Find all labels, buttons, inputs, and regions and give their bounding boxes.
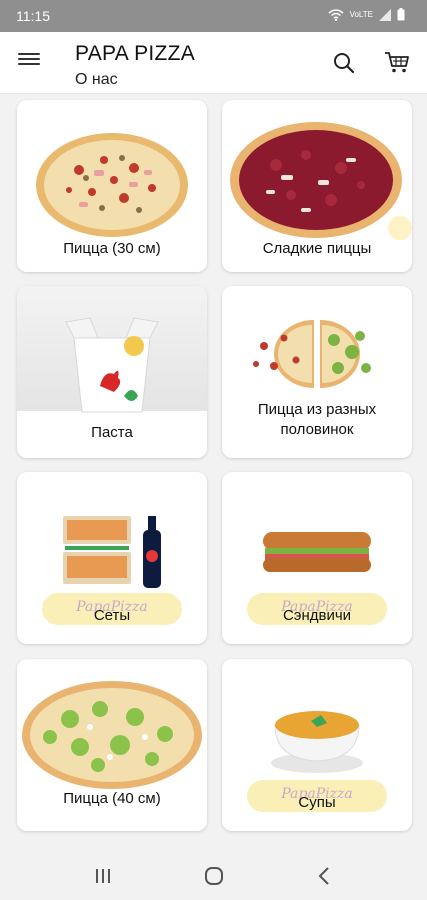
category-card-soup[interactable]: PapaPizza Супы [222, 659, 412, 831]
status-time: 11:15 [16, 8, 50, 24]
category-label: Паста [91, 424, 133, 441]
sweet-pizza-image [230, 122, 412, 240]
category-card-sandwich[interactable]: PapaPizza Сэндвичи [222, 472, 412, 644]
search-icon[interactable] [331, 50, 357, 76]
app-bar: PAPA PIZZA О нас [0, 32, 427, 94]
cart-icon[interactable] [383, 49, 411, 75]
category-grid: Пицца (30 см) Сладкие пиццы Паста Пицца … [0, 96, 427, 848]
category-label: Сэндвичи [282, 607, 352, 624]
status-bar: 11:15 VoLTE [0, 0, 427, 32]
back-icon[interactable] [310, 864, 340, 888]
battery-icon [397, 8, 405, 21]
category-label: Сладкие пиццы [262, 240, 372, 257]
system-nav-bar [0, 852, 427, 900]
category-card-pasta[interactable]: Паста [17, 286, 207, 458]
home-icon[interactable] [199, 864, 229, 888]
category-card-half-pizza[interactable]: Пицца из разных половинок [222, 286, 412, 458]
sandwich-image [263, 532, 371, 572]
half-half-pizza-image [253, 320, 371, 388]
category-label: Сеты [93, 607, 131, 624]
category-label: Пицца (30 см) [63, 240, 161, 257]
network-type-label: VoLTE [349, 10, 373, 19]
category-label: Пицца (40 см) [63, 790, 161, 807]
about-us-link[interactable]: О нас [75, 71, 118, 89]
large-pizza-image [22, 681, 202, 789]
hamburger-menu-icon[interactable] [18, 50, 40, 72]
pizza-set-image [63, 516, 161, 588]
category-label: Пицца из разных половинок [257, 401, 377, 438]
pasta-box-image [65, 317, 159, 413]
soup-image [271, 711, 363, 773]
category-card-pizza-40[interactable]: Пицца (40 см) [17, 659, 207, 831]
category-label: Супы [298, 794, 336, 811]
category-card-pizza-30[interactable]: Пицца (30 см) [17, 100, 207, 272]
signal-icon [379, 8, 391, 21]
app-title: PAPA PIZZA [75, 42, 196, 65]
wifi-icon [328, 8, 344, 21]
pizza-image [36, 133, 188, 237]
category-card-sweet-pizza[interactable]: Сладкие пиццы [222, 100, 412, 272]
recents-icon[interactable] [88, 864, 118, 888]
category-card-sets[interactable]: PapaPizza Сеты [17, 472, 207, 644]
